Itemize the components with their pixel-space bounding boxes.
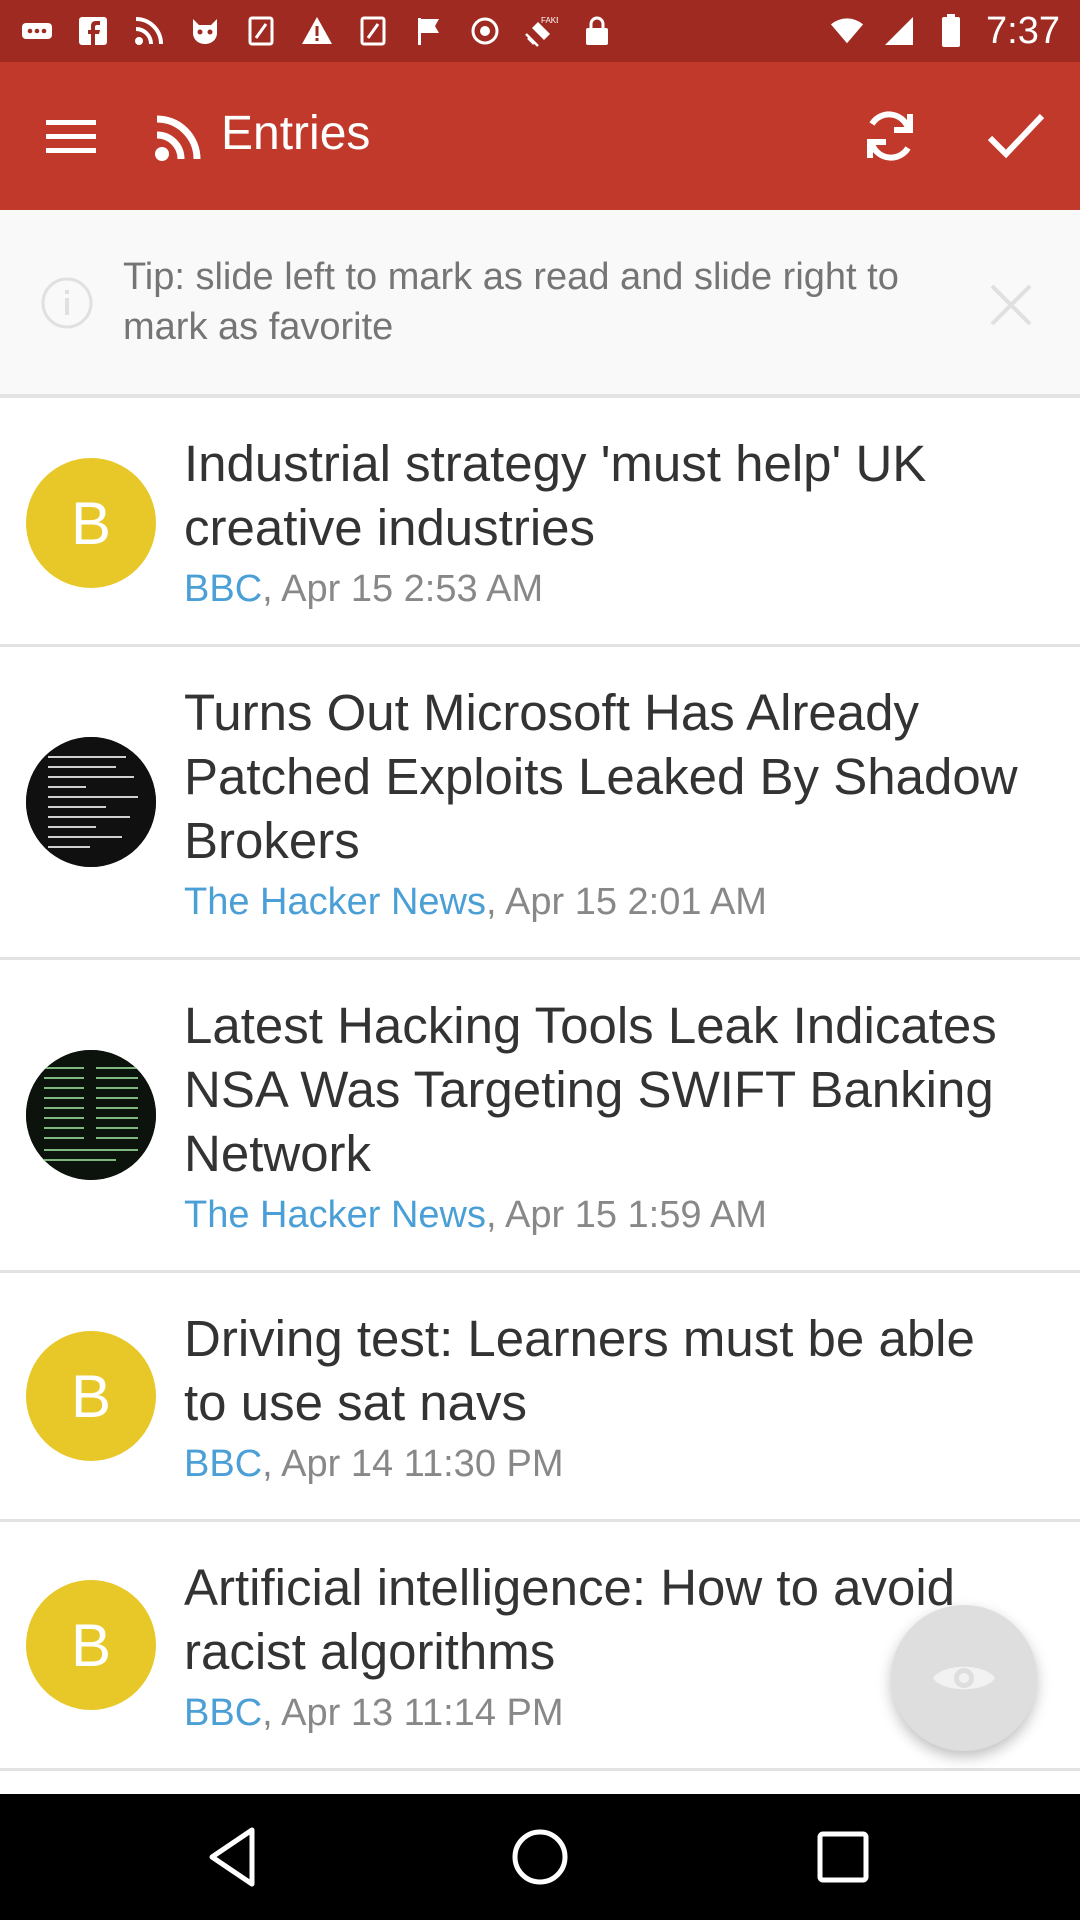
avatar: B bbox=[26, 458, 156, 588]
entry-source[interactable]: BBC bbox=[184, 1443, 262, 1485]
lock-icon bbox=[580, 14, 614, 48]
entry-meta: The Hacker News, Apr 15 1:59 AM bbox=[184, 1194, 767, 1237]
eye-icon bbox=[933, 1666, 995, 1690]
system-icons: 7:37 bbox=[830, 8, 1060, 54]
fake-gps-icon: FAKE bbox=[524, 14, 558, 48]
entry-source[interactable]: BBC bbox=[184, 568, 262, 610]
recent-apps-icon[interactable] bbox=[808, 1822, 878, 1892]
battery-icon bbox=[934, 14, 968, 48]
entry-meta: BBC, Apr 14 11:30 PM bbox=[184, 1443, 564, 1486]
entry-source[interactable]: BBC bbox=[184, 1692, 262, 1734]
entry-date: , Apr 15 2:01 AM bbox=[485, 881, 767, 923]
warning-icon bbox=[300, 14, 334, 48]
svg-text:FAKE: FAKE bbox=[541, 16, 558, 25]
list-item[interactable]: Latest Hacking Tools Leak Indicates NSA … bbox=[0, 960, 1080, 1273]
entry-meta: BBC, Apr 13 11:14 PM bbox=[184, 1692, 564, 1735]
entry-title: Driving test: Learners must be able to u… bbox=[184, 1310, 975, 1431]
sync-icon bbox=[468, 14, 502, 48]
avatar: B bbox=[26, 1331, 156, 1461]
more-icon bbox=[20, 14, 54, 48]
entry-title: Industrial strategy 'must help' UK creat… bbox=[184, 435, 927, 556]
entry-date: , Apr 14 11:30 PM bbox=[262, 1443, 564, 1485]
entry-date: , Apr 15 1:59 AM bbox=[485, 1194, 767, 1236]
entry-source[interactable]: The Hacker News bbox=[184, 881, 486, 923]
avatar: B bbox=[26, 1580, 156, 1710]
entry-meta: The Hacker News, Apr 15 2:01 AM bbox=[184, 881, 767, 924]
entry-title: Turns Out Microsoft Has Already Patched … bbox=[184, 684, 1018, 869]
rss-icon bbox=[132, 14, 166, 48]
entry-date: , Apr 13 11:14 PM bbox=[262, 1692, 564, 1734]
avatar bbox=[26, 737, 156, 867]
app-bar: Entries bbox=[0, 62, 1080, 210]
list-item[interactable]: B Driving test: Learners must be able to… bbox=[0, 1273, 1080, 1522]
status-bar: FAKE 7:37 bbox=[0, 0, 1080, 62]
entry-list: B Industrial strategy 'must help' UK cre… bbox=[0, 398, 1080, 1771]
menu-icon[interactable] bbox=[42, 112, 100, 160]
app-icon bbox=[244, 14, 278, 48]
navigation-bar bbox=[0, 1794, 1080, 1920]
terminal-thumbnail-icon bbox=[26, 1050, 156, 1180]
entry-source[interactable]: The Hacker News bbox=[184, 1194, 486, 1236]
list-item[interactable]: Turns Out Microsoft Has Already Patched … bbox=[0, 647, 1080, 960]
wifi-icon bbox=[830, 14, 864, 48]
refresh-icon[interactable] bbox=[858, 104, 922, 168]
check-icon[interactable] bbox=[984, 104, 1048, 168]
clock: 7:37 bbox=[986, 9, 1060, 52]
cat-icon bbox=[188, 14, 222, 48]
close-icon[interactable] bbox=[986, 280, 1036, 330]
facebook-icon bbox=[76, 14, 110, 48]
info-icon bbox=[40, 276, 94, 330]
hide-read-button[interactable] bbox=[891, 1605, 1037, 1751]
terminal-thumbnail-icon bbox=[26, 737, 156, 867]
page-title: Entries bbox=[221, 107, 371, 160]
notification-icons: FAKE bbox=[20, 10, 614, 52]
entry-title: Latest Hacking Tools Leak Indicates NSA … bbox=[184, 997, 997, 1182]
flag-icon bbox=[412, 14, 446, 48]
back-icon[interactable] bbox=[200, 1822, 270, 1892]
tip-banner: Tip: slide left to mark as read and slid… bbox=[0, 210, 1080, 398]
avatar bbox=[26, 1050, 156, 1180]
signal-icon bbox=[882, 14, 916, 48]
entry-meta: BBC, Apr 15 2:53 AM bbox=[184, 568, 543, 611]
tip-text: Tip: slide left to mark as read and slid… bbox=[123, 256, 899, 348]
app-icon bbox=[356, 14, 390, 48]
list-item[interactable]: B Industrial strategy 'must help' UK cre… bbox=[0, 398, 1080, 647]
home-icon[interactable] bbox=[505, 1822, 575, 1892]
rss-icon bbox=[154, 114, 202, 162]
entry-date: , Apr 15 2:53 AM bbox=[262, 568, 544, 610]
